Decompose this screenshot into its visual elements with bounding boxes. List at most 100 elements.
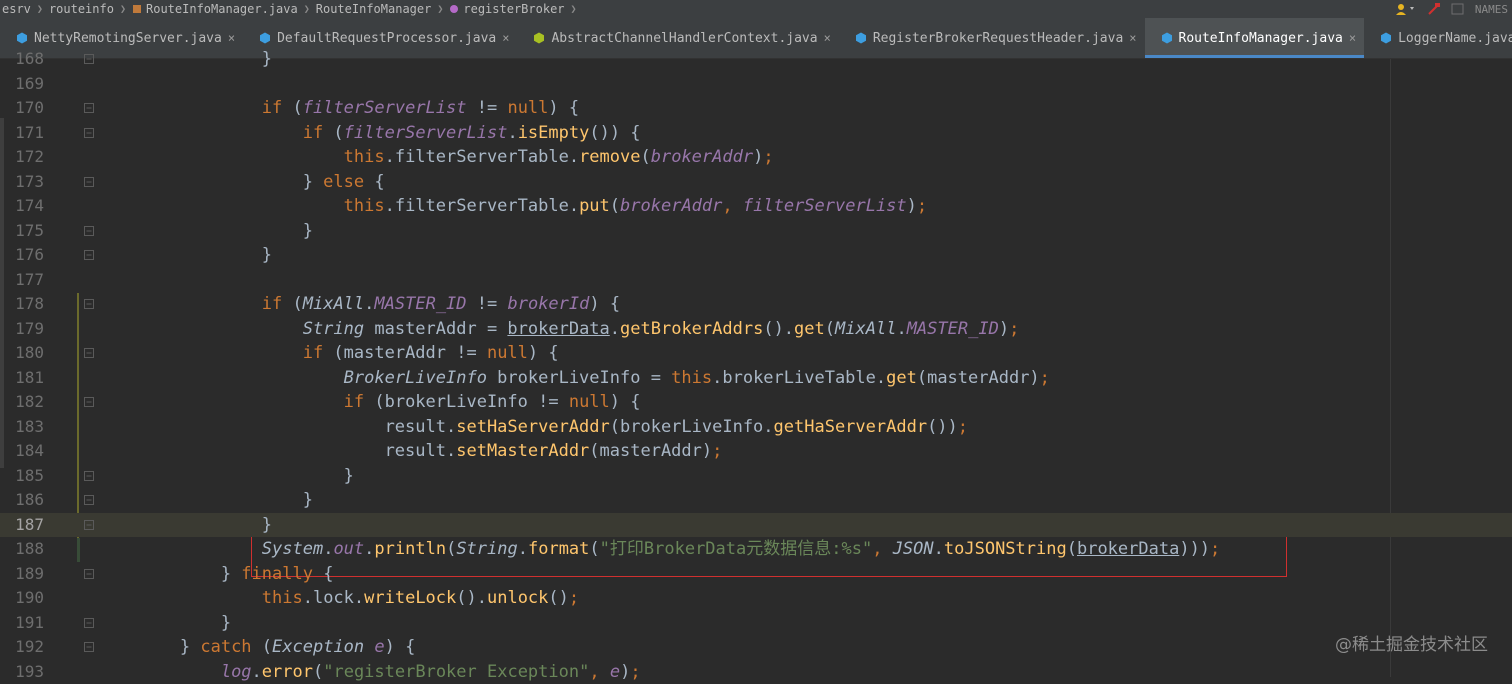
code-line[interactable]: 193 log.error("registerBroker Exception"… — [0, 660, 1512, 684]
code-line[interactable]: 184 result.setMasterAddr(masterAddr); — [0, 439, 1512, 464]
code-line[interactable]: 183 result.setHaServerAddr(brokerLiveInf… — [0, 415, 1512, 440]
line-number: 169 — [0, 72, 44, 97]
breadcrumb-label: routeinfo — [49, 2, 114, 16]
close-icon[interactable]: × — [502, 31, 509, 45]
hammer-icon[interactable] — [1427, 3, 1441, 15]
fold-marker-icon[interactable] — [83, 127, 95, 139]
line-number: 190 — [0, 586, 44, 611]
line-number: 176 — [0, 243, 44, 268]
line-number: 177 — [0, 268, 44, 293]
code-text: result.setHaServerAddr(brokerLiveInfo.ge… — [98, 415, 968, 440]
class-icon — [855, 32, 867, 44]
java-file-icon — [132, 4, 142, 14]
tab-label: NettyRemotingServer.java — [34, 31, 222, 46]
code-text: } else { — [98, 170, 385, 195]
close-icon[interactable]: × — [228, 31, 235, 45]
code-line[interactable]: 170 if (filterServerList != null) { — [0, 96, 1512, 121]
breadcrumb-label: registerBroker — [463, 2, 564, 16]
code-line[interactable]: 182 if (brokerLiveInfo != null) { — [0, 390, 1512, 415]
fold-marker-icon[interactable] — [83, 470, 95, 482]
fold-marker-icon[interactable] — [83, 641, 95, 653]
code-line[interactable]: 190 this.lock.writeLock().unlock(); — [0, 586, 1512, 611]
code-text: } catch (Exception e) { — [98, 635, 415, 660]
close-icon[interactable]: × — [1129, 31, 1136, 45]
breadcrumb: esrv ❯ routeinfo ❯ RouteInfoManager.java… — [0, 0, 1512, 18]
line-number: 192 — [0, 635, 44, 660]
breadcrumb-item-package[interactable]: esrv — [0, 2, 33, 16]
config-label[interactable]: NAMES — [1475, 3, 1508, 16]
code-line[interactable]: 177 — [0, 268, 1512, 293]
code-line[interactable]: 174 this.filterServerTable.put(brokerAdd… — [0, 194, 1512, 219]
close-icon[interactable]: × — [1349, 31, 1356, 45]
code-line[interactable]: 168 } — [0, 47, 1512, 72]
line-number: 184 — [0, 439, 44, 464]
breadcrumb-item-method[interactable]: registerBroker — [447, 2, 566, 16]
line-number: 193 — [0, 660, 44, 684]
code-text: } — [98, 219, 313, 244]
fold-marker-icon[interactable] — [83, 568, 95, 580]
tab-label: RouteInfoManager.java — [1179, 31, 1343, 46]
code-line[interactable]: 176 } — [0, 243, 1512, 268]
code-line[interactable]: 192 } catch (Exception e) { — [0, 635, 1512, 660]
code-line[interactable]: 189 } finally { — [0, 562, 1512, 587]
code-editor[interactable]: 168 }169170 if (filterServerList != null… — [0, 59, 1512, 677]
code-line[interactable]: 173 } else { — [0, 170, 1512, 195]
breadcrumb-item-file[interactable]: RouteInfoManager.java — [130, 2, 300, 16]
fold-marker-icon[interactable] — [83, 102, 95, 114]
code-line[interactable]: 172 this.filterServerTable.remove(broker… — [0, 145, 1512, 170]
fold-marker-icon[interactable] — [83, 176, 95, 188]
code-line[interactable]: 180 if (masterAddr != null) { — [0, 341, 1512, 366]
method-icon — [449, 4, 459, 14]
fold-marker-icon[interactable] — [83, 519, 95, 531]
line-number: 185 — [0, 464, 44, 489]
code-line[interactable]: 188 System.out.println(String.format("打印… — [0, 537, 1512, 562]
fold-marker-icon[interactable] — [83, 347, 95, 359]
fold-marker-icon[interactable] — [83, 298, 95, 310]
fold-marker-icon[interactable] — [83, 249, 95, 261]
line-number: 174 — [0, 194, 44, 219]
fold-marker-icon[interactable] — [83, 617, 95, 629]
abstract-class-icon — [533, 32, 545, 44]
code-text: } — [98, 611, 231, 636]
line-number: 186 — [0, 488, 44, 513]
chevron-right-icon: ❯ — [33, 4, 47, 15]
fold-marker-icon[interactable] — [83, 494, 95, 506]
code-text: if (filterServerList.isEmpty()) { — [98, 121, 641, 146]
user-icon[interactable] — [1395, 3, 1417, 15]
code-text: log.error("registerBroker Exception", e)… — [98, 660, 641, 684]
line-number: 187 — [0, 513, 44, 538]
window-icon[interactable] — [1451, 3, 1465, 15]
code-line[interactable]: 191 } — [0, 611, 1512, 636]
code-line[interactable]: 171 if (filterServerList.isEmpty()) { — [0, 121, 1512, 146]
code-text: this.filterServerTable.remove(brokerAddr… — [98, 145, 774, 170]
code-text: BrokerLiveInfo brokerLiveInfo = this.bro… — [98, 366, 1050, 391]
line-number: 173 — [0, 170, 44, 195]
code-text: if (masterAddr != null) { — [98, 341, 559, 366]
code-line[interactable]: 185 } — [0, 464, 1512, 489]
breadcrumb-label: RouteInfoManager.java — [146, 2, 298, 16]
line-number: 189 — [0, 562, 44, 587]
breadcrumb-item-routeinfo[interactable]: routeinfo — [47, 2, 116, 16]
code-line[interactable]: 187 } — [0, 513, 1512, 538]
code-line[interactable]: 179 String masterAddr = brokerData.getBr… — [0, 317, 1512, 342]
line-number: 188 — [0, 537, 44, 562]
code-line[interactable]: 181 BrokerLiveInfo brokerLiveInfo = this… — [0, 366, 1512, 391]
line-number: 180 — [0, 341, 44, 366]
close-icon[interactable]: × — [824, 31, 831, 45]
line-number: 178 — [0, 292, 44, 317]
fold-marker-icon[interactable] — [83, 225, 95, 237]
fold-marker-icon[interactable] — [83, 396, 95, 408]
code-text: String masterAddr = brokerData.getBroker… — [98, 317, 1019, 342]
code-line[interactable]: 169 — [0, 72, 1512, 97]
code-line[interactable]: 178 if (MixAll.MASTER_ID != brokerId) { — [0, 292, 1512, 317]
watermark: @稀土掘金技术社区 — [1335, 630, 1488, 655]
line-number: 183 — [0, 415, 44, 440]
tab-label: RegisterBrokerRequestHeader.java — [873, 31, 1123, 46]
code-line[interactable]: 186 } — [0, 488, 1512, 513]
code-text: } — [98, 47, 272, 72]
class-icon — [1161, 32, 1173, 44]
breadcrumb-item-class[interactable]: RouteInfoManager — [314, 2, 434, 16]
code-line[interactable]: 175 } — [0, 219, 1512, 244]
line-number: 168 — [0, 47, 44, 72]
fold-marker-icon[interactable] — [83, 53, 95, 65]
